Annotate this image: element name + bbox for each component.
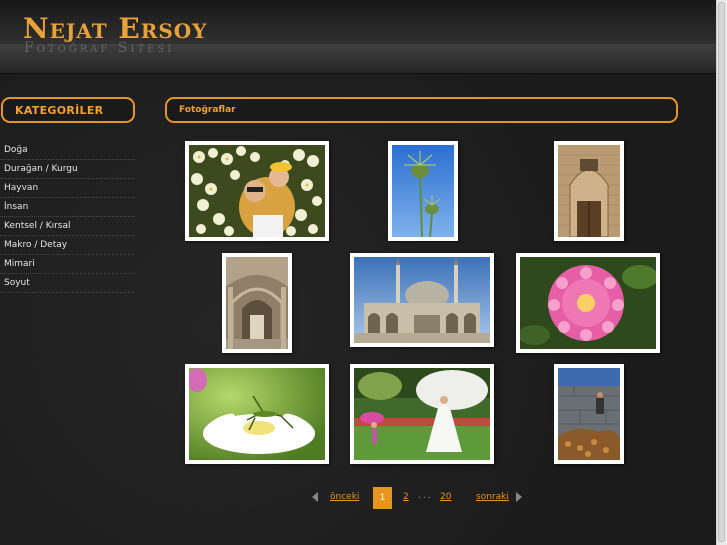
sidebar-item-mimari[interactable]: Mimari	[0, 255, 135, 274]
photos-header-box: Fotoğraflar	[165, 97, 678, 123]
photo-thumbnail-mosque-door[interactable]	[554, 141, 624, 241]
photo-image	[354, 257, 490, 343]
categories-heading: KATEGORİLER	[15, 104, 104, 117]
sidebar-item-duragan-kurgu[interactable]: Durağan / Kurgu	[0, 160, 135, 179]
photo-image	[558, 368, 620, 460]
category-list: Doğa Durağan / Kurgu Hayvan İnsan Kentse…	[0, 141, 135, 293]
pagination: önceki 1 2 ... 20 sonraki	[0, 486, 716, 510]
photo-thumbnail-pink-daisy[interactable]	[516, 253, 660, 353]
sidebar-item-kentsel-kirsal[interactable]: Kentsel / Kırsal	[0, 217, 135, 236]
previous-page-link[interactable]: önceki	[330, 492, 359, 502]
sidebar-item-soyut[interactable]: Soyut	[0, 274, 135, 293]
photo-image	[392, 145, 454, 237]
photos-heading: Fotoğraflar	[179, 105, 236, 115]
current-page: 1	[373, 487, 392, 509]
photo-thumbnail-grasshopper-flower[interactable]	[185, 364, 329, 464]
photo-thumbnail-flowers-portrait[interactable]	[185, 141, 329, 241]
page: Nejat Ersoy Fotoğraf Sitesi KATEGORİLER …	[0, 0, 716, 545]
photo-image	[354, 368, 490, 460]
photo-image	[189, 145, 325, 237]
page-link-2[interactable]: 2	[403, 492, 409, 502]
sidebar-item-hayvan[interactable]: Hayvan	[0, 179, 135, 198]
sidebar-item-makro-detay[interactable]: Makro / Detay	[0, 236, 135, 255]
scrollbar-thumb[interactable]	[718, 2, 725, 542]
photo-thumbnail-leaves-stone-wall[interactable]	[554, 364, 624, 464]
photo-thumbnail-mosque-courtyard[interactable]	[350, 253, 494, 347]
chevron-left-icon[interactable]	[312, 492, 318, 502]
photo-image	[226, 257, 288, 349]
sidebar-item-insan[interactable]: İnsan	[0, 198, 135, 217]
next-page-link[interactable]: sonraki	[476, 492, 509, 502]
photo-image	[520, 257, 656, 349]
photo-image	[189, 368, 325, 460]
chevron-right-icon[interactable]	[516, 492, 522, 502]
photo-image	[558, 145, 620, 237]
site-subtitle: Fotoğraf Sitesi	[24, 40, 175, 56]
page-link-last[interactable]: 20	[440, 492, 451, 502]
photo-thumbnail-blue-thistle[interactable]	[388, 141, 458, 241]
pagination-ellipsis: ...	[418, 491, 433, 501]
categories-header-box: KATEGORİLER	[1, 97, 135, 123]
sidebar-item-doga[interactable]: Doğa	[0, 141, 135, 160]
photo-thumbnail-bride-garden[interactable]	[350, 364, 494, 464]
photo-thumbnail-arched-colonnade[interactable]	[222, 253, 292, 353]
site-header: Nejat Ersoy Fotoğraf Sitesi	[0, 0, 716, 74]
